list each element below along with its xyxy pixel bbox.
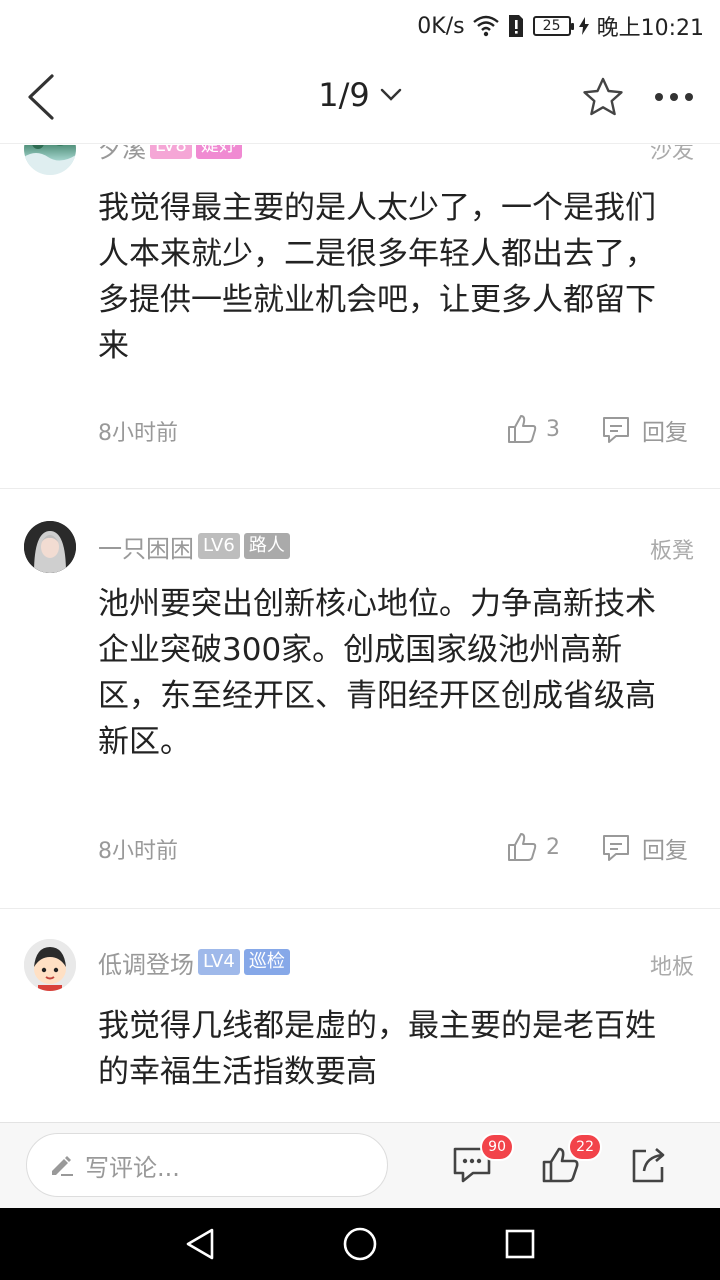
system-back-button[interactable] bbox=[180, 1224, 220, 1264]
comment-item: 夕溪 LV8 婕妤 沙发 我觉得最主要的是人太少了，一个是我们人本来就少，二是很… bbox=[0, 145, 720, 489]
page-indicator-label: 1/9 bbox=[318, 76, 370, 114]
circle-home-icon bbox=[343, 1227, 377, 1261]
chevron-down-icon bbox=[380, 88, 401, 101]
title-badge: 巡检 bbox=[243, 949, 290, 975]
avatar[interactable] bbox=[24, 521, 76, 573]
like-button[interactable]: 2 bbox=[506, 831, 560, 863]
square-recents-icon bbox=[505, 1229, 535, 1259]
comment-count-badge: 90 bbox=[480, 1133, 514, 1161]
comment-text: 我觉得最主要的是人太少了，一个是我们人本来就少，二是很多年轻人都出去了，多提供一… bbox=[98, 190, 656, 364]
like-button[interactable]: 3 bbox=[506, 413, 560, 445]
sim-alert-icon bbox=[507, 14, 525, 38]
system-home-button[interactable] bbox=[340, 1224, 380, 1264]
bottom-action-bar: 写评论... 90 22 bbox=[0, 1122, 720, 1208]
like-article-button[interactable]: 22 bbox=[536, 1133, 602, 1189]
level-badge: LV4 bbox=[198, 949, 240, 975]
more-dot-icon bbox=[685, 93, 693, 101]
comment-input-placeholder: 写评论... bbox=[85, 1153, 180, 1182]
clock: 晚上10:21 bbox=[596, 16, 704, 41]
comment-icon bbox=[603, 835, 629, 861]
comment-text: 池州要突出创新核心地位。力争高新技术企业突破300家。创成国家级池州高新区，东至… bbox=[98, 586, 656, 760]
user-info: 夕溪 LV8 婕妤 bbox=[98, 145, 242, 164]
avatar[interactable] bbox=[24, 145, 76, 175]
pencil-icon bbox=[52, 1156, 73, 1176]
thumbs-up-icon bbox=[508, 415, 537, 443]
system-nav-bar bbox=[0, 1208, 720, 1280]
triangle-back-icon bbox=[186, 1228, 214, 1260]
title-badge: 路人 bbox=[243, 533, 290, 559]
star-icon bbox=[583, 77, 623, 116]
status-bar: 0K/s 25 晚上10:21 bbox=[0, 0, 720, 50]
comment-input[interactable]: 写评论... bbox=[26, 1133, 388, 1197]
comment-item: 一只困困 LV6 路人 板凳 池州要突出创新核心地位。力争高新技术企业突破300… bbox=[0, 489, 720, 909]
thumbs-up-icon bbox=[508, 833, 537, 861]
reply-button[interactable]: 回复 bbox=[600, 413, 688, 447]
more-dot-icon bbox=[670, 93, 678, 101]
charging-icon bbox=[578, 17, 589, 35]
battery-level: 25 bbox=[542, 18, 561, 34]
username[interactable]: 夕溪 bbox=[98, 145, 146, 164]
top-nav-bar: 1/9 bbox=[0, 50, 720, 144]
like-count: 2 bbox=[546, 834, 560, 860]
comment-icon bbox=[603, 417, 629, 443]
net-speed: 0K/s bbox=[417, 13, 465, 39]
favorite-button[interactable] bbox=[578, 72, 628, 122]
level-badge: LV8 bbox=[150, 145, 192, 159]
system-recents-button[interactable] bbox=[500, 1224, 540, 1264]
username[interactable]: 低调登场 bbox=[98, 945, 194, 980]
comment-list: 夕溪 LV8 婕妤 沙发 我觉得最主要的是人太少了，一个是我们人本来就少，二是很… bbox=[0, 145, 720, 1122]
comment-text: 我觉得几线都是虚的，最主要的是老百姓的幸福生活指数要高 bbox=[98, 1008, 656, 1090]
reply-label: 回复 bbox=[642, 420, 688, 446]
title-badge: 婕妤 bbox=[195, 145, 242, 159]
floor-label: 沙发 bbox=[649, 145, 694, 164]
wifi-icon bbox=[472, 15, 499, 37]
user-info: 一只困困 LV6 路人 bbox=[98, 529, 290, 564]
user-info: 低调登场 LV4 巡检 bbox=[98, 945, 290, 980]
share-icon bbox=[632, 1148, 665, 1183]
floor-label: 板凳 bbox=[649, 539, 694, 564]
comment-item: 低调登场 LV4 巡检 地板 我觉得几线都是虚的，最主要的是老百姓的幸福生活指数… bbox=[0, 909, 720, 1122]
more-dot-icon bbox=[655, 93, 663, 101]
comment-time: 8小时前 bbox=[98, 839, 178, 864]
username[interactable]: 一只困困 bbox=[98, 529, 194, 564]
reply-label: 回复 bbox=[642, 838, 688, 864]
comment-time: 8小时前 bbox=[98, 421, 178, 446]
comments-button[interactable]: 90 bbox=[448, 1133, 514, 1189]
battery-icon: 25 bbox=[532, 16, 574, 36]
floor-label: 地板 bbox=[649, 955, 694, 980]
share-button[interactable] bbox=[624, 1141, 672, 1189]
like-count-badge: 22 bbox=[568, 1133, 602, 1161]
like-count: 3 bbox=[546, 416, 560, 442]
avatar[interactable] bbox=[24, 939, 76, 991]
reply-button[interactable]: 回复 bbox=[600, 831, 688, 865]
more-button[interactable] bbox=[648, 72, 700, 122]
level-badge: LV6 bbox=[198, 533, 240, 559]
